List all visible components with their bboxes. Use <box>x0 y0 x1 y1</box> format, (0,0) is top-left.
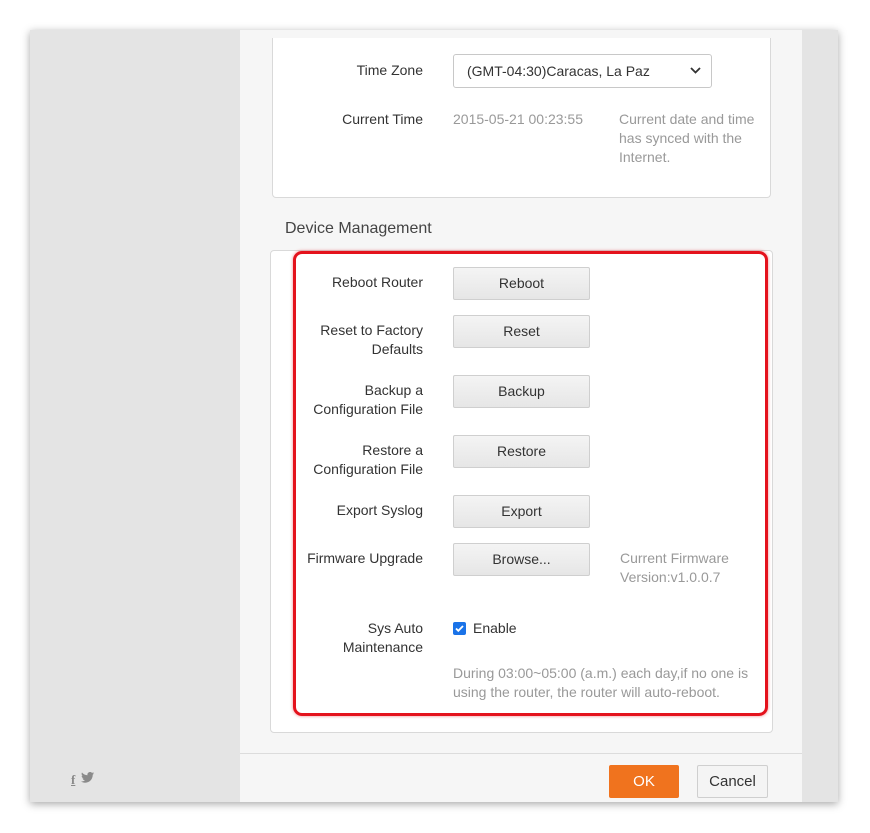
reset-button[interactable]: Reset <box>453 315 590 348</box>
ok-button[interactable]: OK <box>609 765 679 798</box>
time-zone-select[interactable]: (GMT-04:30)Caracas, La Paz <box>453 54 712 88</box>
current-time-value: 2015-05-21 00:23:55 <box>453 111 583 127</box>
export-button[interactable]: Export <box>453 495 590 528</box>
time-settings-card: Time Zone (GMT-04:30)Caracas, La Paz Cur… <box>272 38 771 198</box>
browse-firmware-button[interactable]: Browse... <box>453 543 590 576</box>
time-zone-label: Time Zone <box>356 62 423 78</box>
reboot-router-label: Reboot Router <box>331 274 423 290</box>
time-zone-value: (GMT-04:30)Caracas, La Paz <box>467 63 650 79</box>
social-links: f <box>71 772 95 788</box>
export-syslog-label: Export Syslog <box>336 502 423 518</box>
auto-maintenance-label: Sys Auto Maintenance <box>342 620 423 655</box>
auto-maintenance-note: During 03:00~05:00 (a.m.) each day,if no… <box>453 665 749 700</box>
router-settings-window: f Time Zone (GMT-04:30)Caracas, La Paz C… <box>30 30 838 802</box>
sync-note: Current date and time has synced with th… <box>619 111 755 165</box>
reset-factory-label: Reset to Factory Defaults <box>320 322 423 357</box>
current-time-label: Current Time <box>342 111 423 127</box>
restore-button[interactable]: Restore <box>453 435 590 468</box>
checkbox-checked-icon <box>455 625 464 633</box>
facebook-icon[interactable]: f <box>71 772 75 788</box>
backup-config-label: Backup a Configuration File <box>313 382 423 417</box>
firmware-version: Current Firmware Version:v1.0.0.7 <box>620 550 729 585</box>
footer-bar: OK Cancel <box>240 753 802 802</box>
enable-checkbox[interactable] <box>453 622 466 635</box>
device-management-card: Reboot Router Reboot Reset to Factory De… <box>270 250 773 733</box>
right-gutter <box>802 30 838 802</box>
restore-config-label: Restore a Configuration File <box>313 442 423 477</box>
firmware-upgrade-label: Firmware Upgrade <box>307 550 423 566</box>
twitter-icon[interactable] <box>81 772 95 788</box>
reboot-button[interactable]: Reboot <box>453 267 590 300</box>
cancel-button[interactable]: Cancel <box>697 765 768 798</box>
enable-label: Enable <box>473 620 517 636</box>
backup-button[interactable]: Backup <box>453 375 590 408</box>
chevron-down-icon <box>690 67 701 74</box>
sidebar: f <box>30 30 240 802</box>
device-management-title: Device Management <box>285 220 432 237</box>
settings-content: Time Zone (GMT-04:30)Caracas, La Paz Cur… <box>240 30 802 802</box>
